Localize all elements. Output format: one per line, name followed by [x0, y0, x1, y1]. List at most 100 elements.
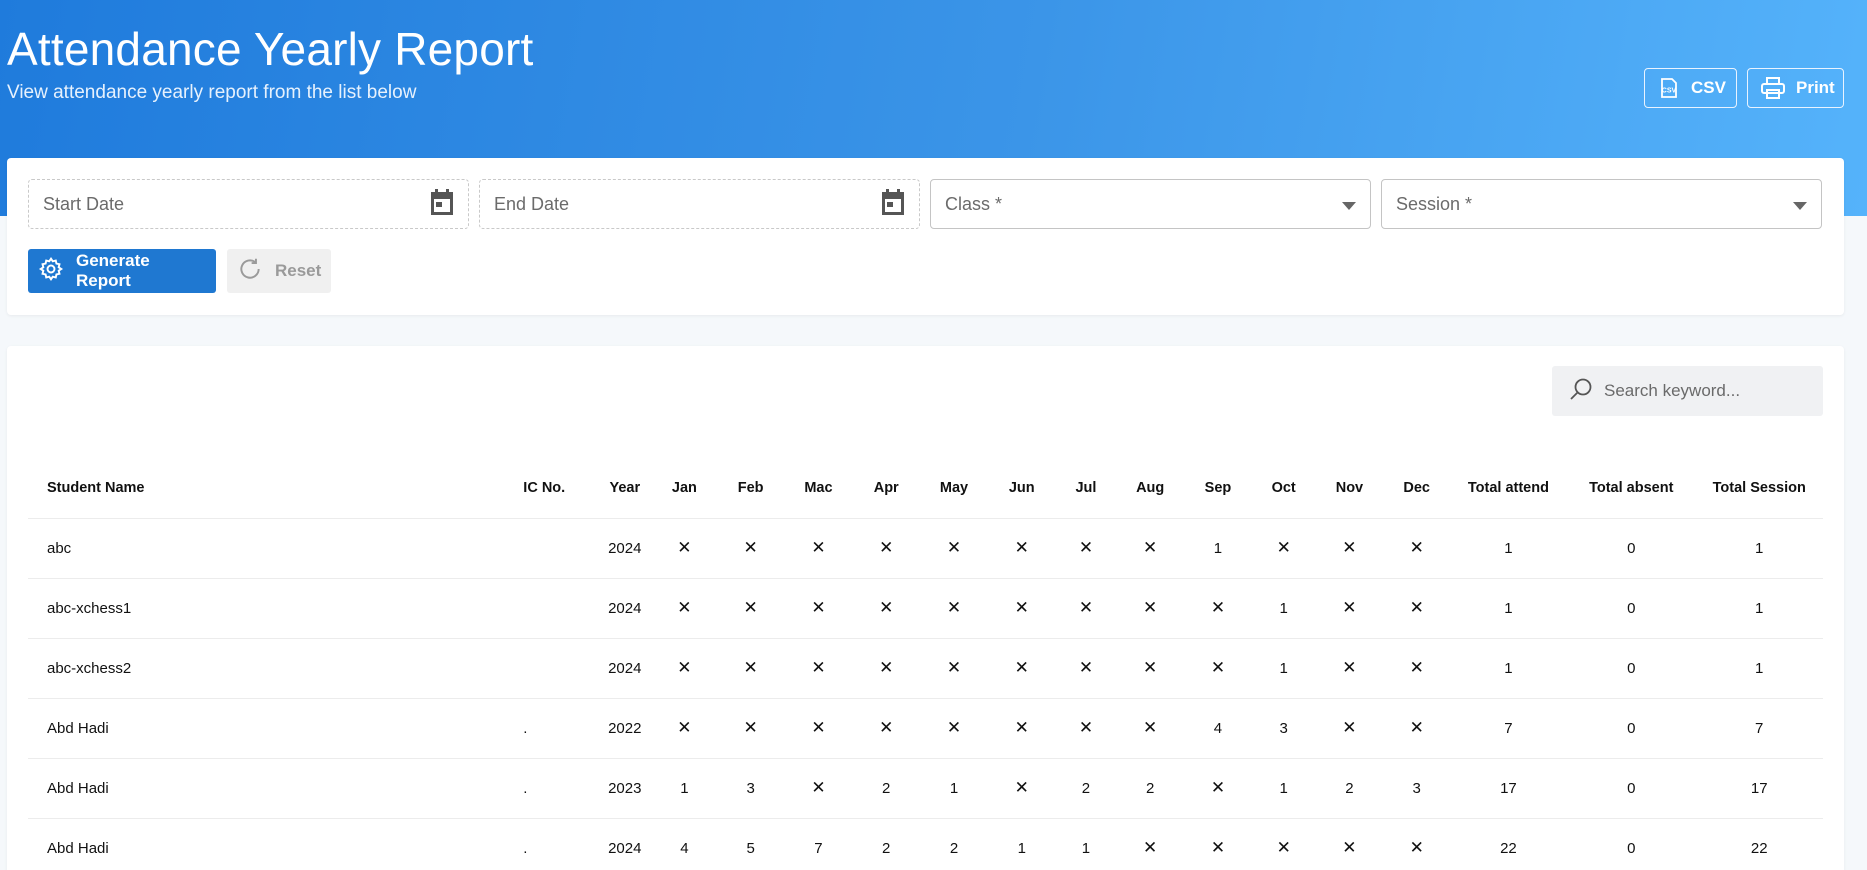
month-cell: ✕ — [784, 518, 853, 579]
total-session-cell: 17 — [1695, 758, 1823, 819]
month-cell: ✕ — [1252, 818, 1316, 870]
column-header[interactable]: Total Session — [1695, 458, 1823, 519]
month-cell: ✕ — [988, 698, 1056, 759]
month-cell: 3 — [1252, 698, 1316, 759]
total-session-cell: 7 — [1695, 698, 1823, 759]
column-header[interactable]: Feb — [717, 458, 785, 519]
month-cell: ✕ — [919, 698, 989, 759]
dropdown-arrow-icon — [1793, 194, 1807, 215]
calendar-icon[interactable] — [881, 188, 905, 220]
student-name-cell: abc-xchess2 — [28, 638, 520, 699]
page-title: Attendance Yearly Report — [7, 23, 534, 75]
column-header[interactable]: Student Name — [28, 458, 520, 519]
month-cell: ✕ — [852, 578, 920, 639]
csv-export-button[interactable]: CSV CSV — [1644, 68, 1737, 108]
column-header[interactable]: Nov — [1315, 458, 1384, 519]
column-header[interactable]: Aug — [1116, 458, 1184, 519]
month-cell: ✕ — [1315, 518, 1384, 579]
month-cell: ✕ — [919, 518, 989, 579]
year-cell: 2024 — [597, 818, 652, 870]
search-box[interactable] — [1552, 366, 1823, 416]
end-date-field[interactable]: End Date — [479, 179, 920, 229]
month-cell: ✕ — [651, 518, 718, 579]
reset-button[interactable]: Reset — [227, 249, 331, 293]
month-cell: ✕ — [717, 518, 785, 579]
svg-text:CSV: CSV — [1662, 88, 1677, 95]
print-label: Print — [1796, 78, 1835, 97]
start-date-placeholder: Start Date — [43, 193, 125, 214]
month-cell: 7 — [784, 818, 853, 870]
column-header[interactable]: Dec — [1383, 458, 1450, 519]
month-cell: 1 — [1183, 518, 1253, 579]
month-cell: ✕ — [1116, 578, 1184, 639]
column-header[interactable]: Oct — [1252, 458, 1316, 519]
month-cell: ✕ — [784, 758, 853, 819]
table-body: abc 2024 ✕ ✕ ✕ ✕ ✕ ✕ ✕ ✕ 1 ✕ ✕ ✕ 1 0 1 abc-xchess1 2024 ✕ ✕ ✕… — [28, 518, 1823, 870]
student-name-cell: Abd Hadi — [28, 698, 520, 759]
page-subtitle: View attendance yearly report from the l… — [7, 82, 417, 103]
column-header[interactable]: Total attend — [1449, 458, 1568, 519]
total-absent-cell: 0 — [1567, 638, 1696, 699]
total-attend-cell: 22 — [1449, 818, 1568, 870]
table-row: Abd Hadi. 2024 4 5 7 2 2 1 1 ✕ ✕ ✕ ✕ ✕ 22 0 22 — [28, 818, 1823, 870]
column-header[interactable]: Apr — [852, 458, 920, 519]
month-cell: 2 — [852, 818, 920, 870]
print-button[interactable]: Print — [1747, 68, 1844, 108]
month-cell: ✕ — [651, 698, 718, 759]
total-session-cell: 1 — [1695, 578, 1823, 639]
table-header-row: Student Name IC No. Year Jan Feb Mac Apr May Jun… — [28, 458, 1823, 519]
column-header[interactable]: Sep — [1183, 458, 1253, 519]
dropdown-arrow-icon — [1342, 194, 1356, 215]
search-input[interactable] — [1604, 381, 1804, 401]
total-absent-cell: 0 — [1567, 818, 1696, 870]
month-cell: ✕ — [1183, 578, 1253, 639]
month-cell: ✕ — [988, 578, 1056, 639]
student-name-cell: Abd Hadi — [28, 818, 520, 870]
month-cell: ✕ — [1183, 638, 1253, 699]
csv-label: CSV — [1691, 78, 1726, 97]
month-cell: 1 — [651, 758, 718, 819]
month-cell: 3 — [1383, 758, 1450, 819]
month-cell: 1 — [919, 758, 989, 819]
month-cell: 1 — [988, 818, 1056, 870]
month-cell: ✕ — [1183, 818, 1253, 870]
column-header[interactable]: Total absent — [1567, 458, 1696, 519]
month-cell: ✕ — [988, 758, 1056, 819]
column-header[interactable]: May — [919, 458, 989, 519]
month-cell: ✕ — [784, 578, 853, 639]
session-select[interactable]: Session * — [1381, 179, 1822, 229]
month-cell: ✕ — [1383, 518, 1450, 579]
column-header[interactable]: Jul — [1055, 458, 1117, 519]
column-header[interactable]: IC No. — [519, 458, 598, 519]
generate-report-label: Generate Report — [76, 251, 150, 290]
month-cell: ✕ — [988, 518, 1056, 579]
column-header[interactable]: Jun — [988, 458, 1056, 519]
month-cell: ✕ — [1383, 638, 1450, 699]
month-cell: 2 — [1116, 758, 1184, 819]
calendar-icon[interactable] — [430, 188, 454, 220]
month-cell: ✕ — [1383, 578, 1450, 639]
table-row: Abd Hadi. 2022 ✕ ✕ ✕ ✕ ✕ ✕ ✕ ✕ 4 3 ✕ ✕ 7 0 7 — [28, 698, 1823, 759]
class-placeholder: Class * — [945, 193, 1003, 214]
year-cell: 2024 — [597, 518, 652, 579]
column-header[interactable]: Jan — [651, 458, 718, 519]
ic-number-cell: . — [519, 698, 598, 759]
year-cell: 2022 — [597, 698, 652, 759]
total-absent-cell: 0 — [1567, 698, 1696, 759]
ic-number-cell: . — [519, 758, 598, 819]
month-cell: ✕ — [919, 638, 989, 699]
month-cell: ✕ — [1116, 818, 1184, 870]
month-cell: 2 — [919, 818, 989, 870]
month-cell: ✕ — [1116, 518, 1184, 579]
class-select[interactable]: Class * — [930, 179, 1371, 229]
start-date-field[interactable]: Start Date — [28, 179, 469, 229]
generate-report-button[interactable]: Generate Report — [28, 249, 216, 293]
column-header[interactable]: Year — [597, 458, 652, 519]
month-cell: 5 — [717, 818, 785, 870]
column-header[interactable]: Mac — [784, 458, 853, 519]
year-cell: 2023 — [597, 758, 652, 819]
ic-number-cell — [519, 638, 598, 699]
month-cell: ✕ — [717, 578, 785, 639]
report-table-panel: Student NameIC No.YearJanFebMacAprMayJun… — [7, 346, 1844, 870]
month-cell: ✕ — [1055, 518, 1117, 579]
